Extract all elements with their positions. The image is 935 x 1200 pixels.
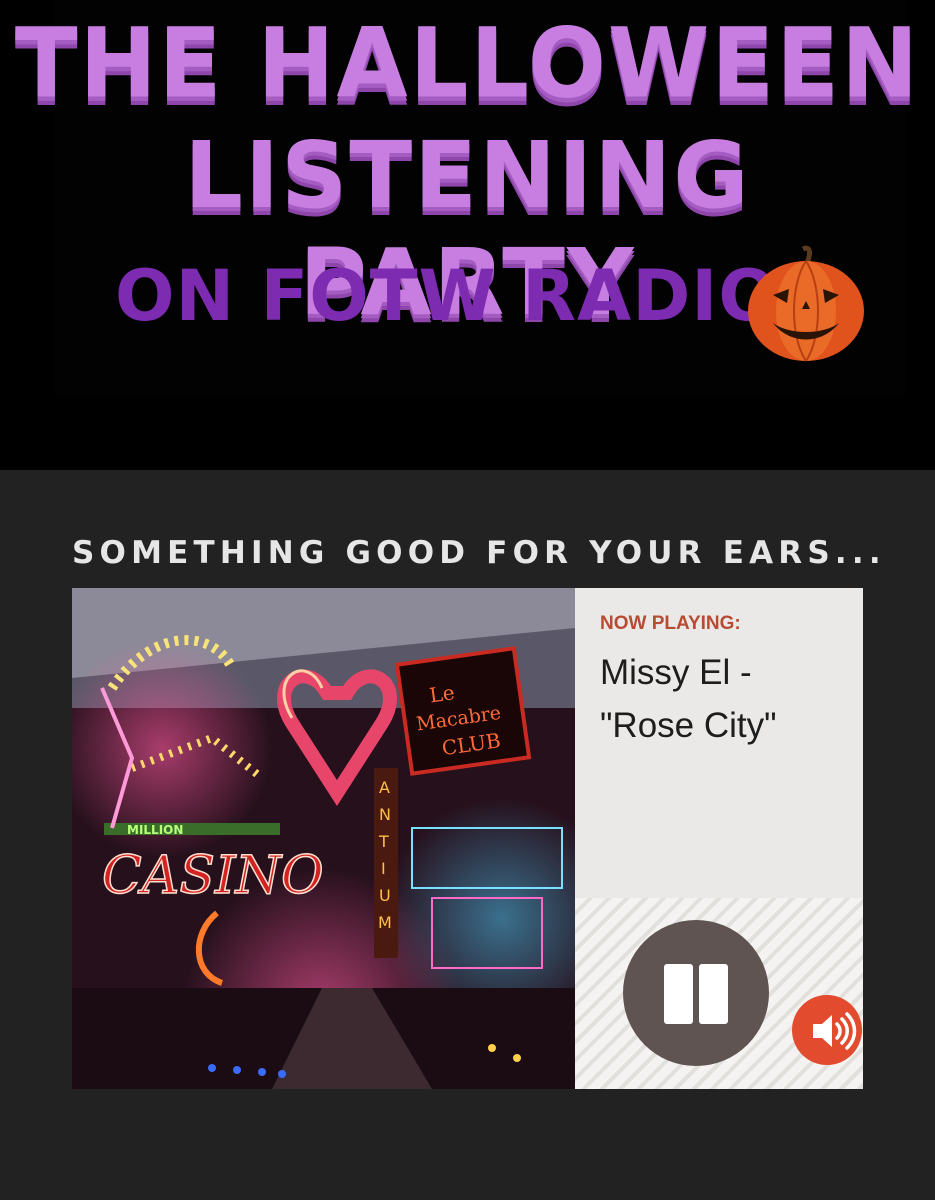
svg-text:CASINO: CASINO xyxy=(102,846,324,906)
now-playing-label: NOW PLAYING: xyxy=(600,613,741,634)
track-artist: Missy El - xyxy=(600,653,752,692)
svg-text:N: N xyxy=(379,805,391,824)
banner-subtitle: ON FOTW RADIO xyxy=(115,255,779,337)
svg-text:T: T xyxy=(378,832,389,851)
now-playing-panel: NOW PLAYING: Missy El - "Rose City" xyxy=(575,588,863,898)
speaker-volume-icon xyxy=(813,1012,857,1050)
album-cover-image: Le Macabre CLUB MILLION CASINO A N T I U… xyxy=(72,588,575,1089)
pumpkin-icon xyxy=(748,245,864,362)
volume-button[interactable] xyxy=(792,995,862,1065)
svg-text:I: I xyxy=(381,859,386,878)
radio-player: Le Macabre CLUB MILLION CASINO A N T I U… xyxy=(72,588,863,1089)
player-controls xyxy=(575,898,863,1089)
header-banner: THE HALLOWEEN LISTENING PARTY ON FOTW RA… xyxy=(0,0,935,470)
banner-title-line-1: THE HALLOWEEN xyxy=(14,7,921,120)
svg-text:M: M xyxy=(378,913,392,932)
track-info: Missy El - "Rose City" xyxy=(600,646,850,752)
track-title: "Rose City" xyxy=(600,706,777,745)
pause-button[interactable] xyxy=(623,920,769,1066)
section-heading: SOMETHING GOOD FOR YOUR EARS... xyxy=(72,535,886,571)
svg-text:A: A xyxy=(379,778,390,797)
svg-text:U: U xyxy=(379,886,391,905)
svg-text:MILLION: MILLION xyxy=(127,823,183,837)
svg-text:Le: Le xyxy=(428,680,456,707)
